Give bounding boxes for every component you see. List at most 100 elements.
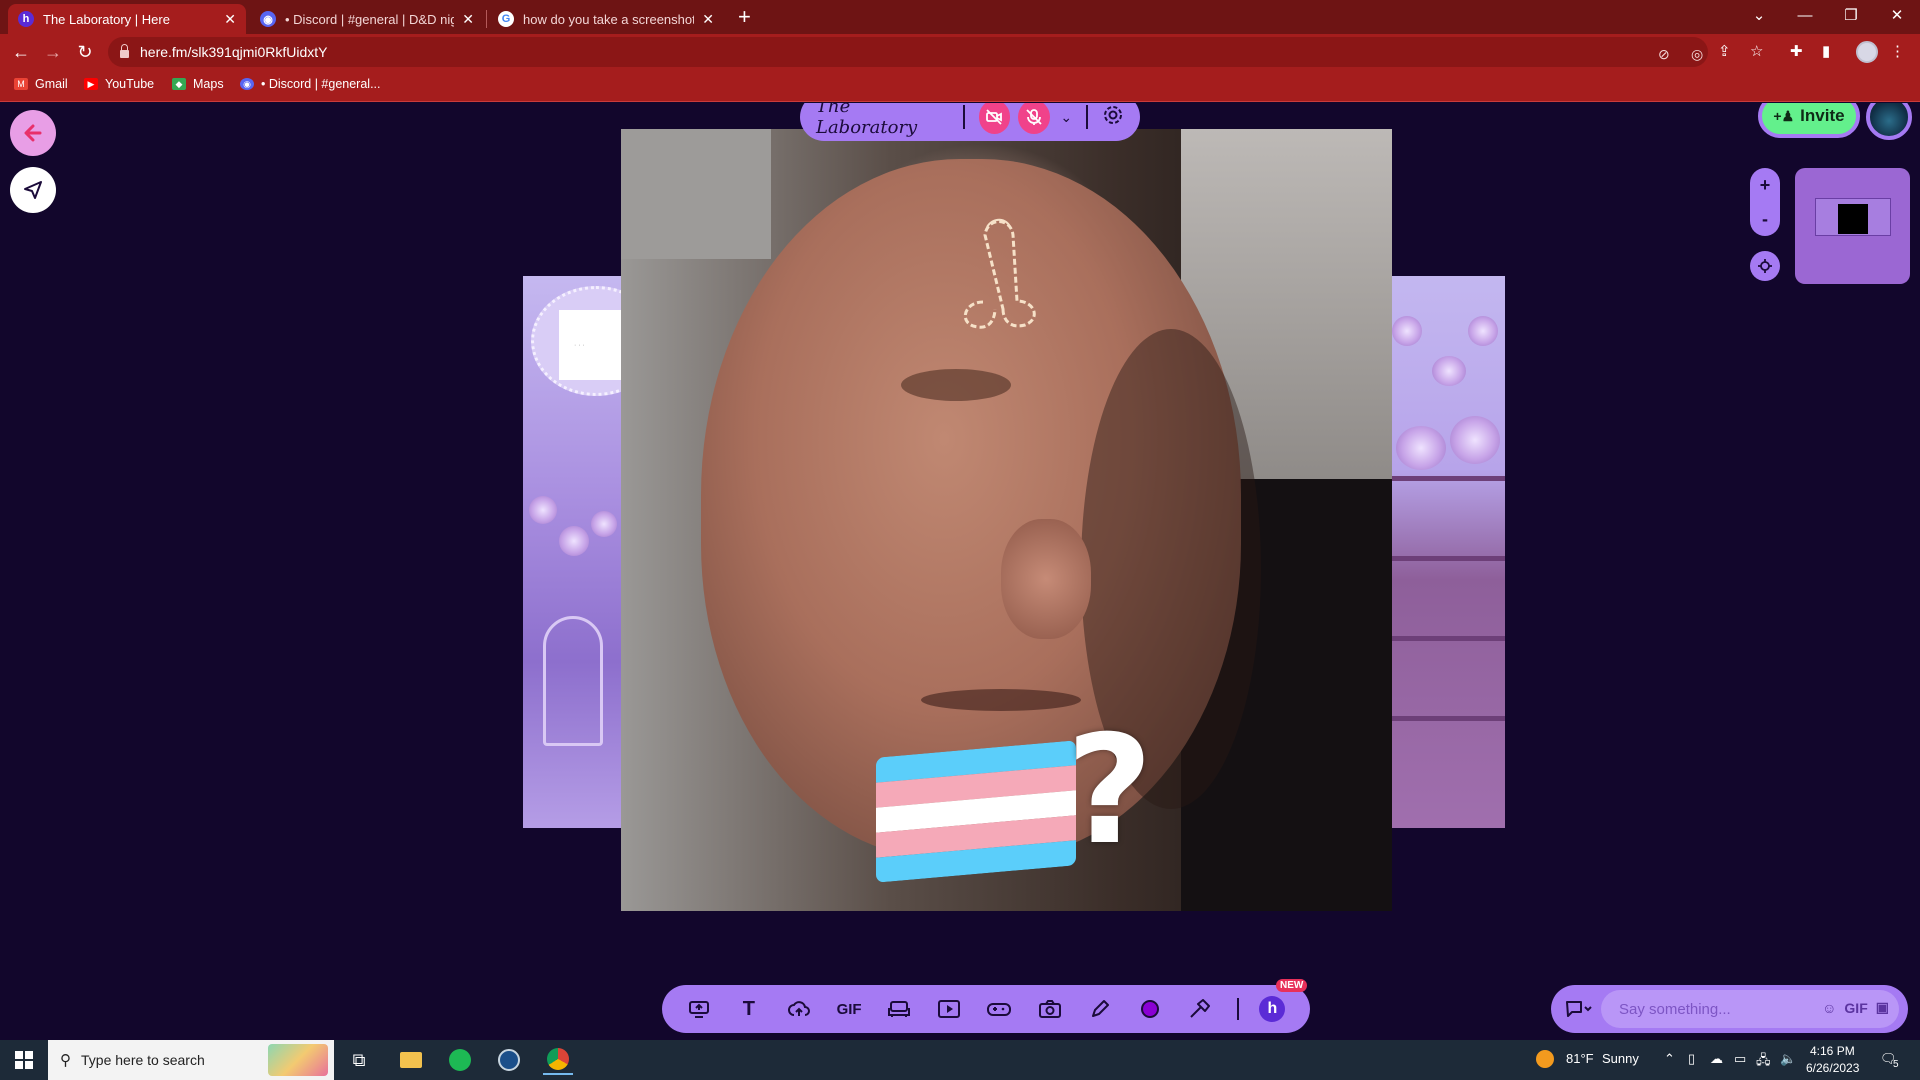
- file-explorer-icon[interactable]: [396, 1045, 426, 1075]
- side-panel-icon[interactable]: ▮: [1822, 42, 1830, 60]
- invite-button[interactable]: +♟ Invite: [1758, 103, 1860, 138]
- zoom-in-button[interactable]: +: [1760, 175, 1771, 196]
- bookmark-label: YouTube: [105, 77, 155, 91]
- bookmarks-bar: M Gmail ▶ YouTube ◆ Maps ◉ • Discord | #…: [0, 70, 1920, 102]
- drawing-doodle-sticker[interactable]: [943, 207, 1053, 337]
- taskbar-search-box[interactable]: ⚲ Type here to search: [48, 1040, 334, 1080]
- display-icon[interactable]: ▭: [1734, 1051, 1746, 1067]
- pencil-icon[interactable]: [1087, 996, 1112, 1022]
- header-divider: [1086, 105, 1088, 129]
- chat-gif-button[interactable]: GIF: [1844, 1000, 1867, 1016]
- text-icon[interactable]: T: [736, 996, 761, 1022]
- screen-share-icon[interactable]: [686, 996, 711, 1022]
- game-controller-icon[interactable]: [987, 996, 1012, 1022]
- url-text: here.fm/slk391qjmi0RkfUidxtY: [140, 44, 328, 60]
- bookmark-label: Maps: [193, 77, 224, 91]
- browser-tab-strip: h The Laboratory | Here ✕ ◉ • Discord | …: [0, 0, 1920, 34]
- windows-start-button[interactable]: [9, 1045, 39, 1075]
- camera-icon[interactable]: [1037, 996, 1062, 1022]
- search-icon: ⚲: [60, 1052, 71, 1069]
- weather-sun-icon[interactable]: [1536, 1050, 1554, 1068]
- camera-blocked-icon[interactable]: ⊘: [1658, 46, 1670, 63]
- camera-off-button[interactable]: [978, 103, 1011, 134]
- leave-room-button[interactable]: [10, 110, 56, 156]
- restore-button[interactable]: ❐: [1828, 0, 1874, 30]
- task-view-icon[interactable]: ⧉: [344, 1045, 374, 1075]
- couch-icon[interactable]: [887, 996, 912, 1022]
- tray-chevron-up-icon[interactable]: ⌃: [1664, 1051, 1675, 1067]
- minimize-button[interactable]: —: [1782, 0, 1828, 30]
- arrow-left-icon: [24, 124, 42, 142]
- bookmark-star-icon[interactable]: ☆: [1750, 42, 1763, 60]
- tab-the-laboratory[interactable]: h The Laboratory | Here ✕: [8, 4, 246, 34]
- share-icon[interactable]: ⇪: [1718, 42, 1731, 60]
- transgender-flag-sticker[interactable]: [876, 740, 1076, 883]
- zoom-controls: + -: [1750, 168, 1780, 236]
- close-tab-icon[interactable]: ✕: [702, 11, 714, 28]
- close-tab-icon[interactable]: ✕: [462, 11, 474, 28]
- send-button[interactable]: [10, 167, 56, 213]
- zoom-out-button[interactable]: -: [1762, 209, 1768, 230]
- toolbar-divider: [1237, 998, 1240, 1020]
- notification-count: 5: [1893, 1059, 1899, 1070]
- bookmark-discord[interactable]: ◉ • Discord | #general...: [240, 77, 380, 91]
- user-avatar[interactable]: [1866, 103, 1912, 140]
- header-divider: [962, 105, 965, 129]
- tray-app-icon[interactable]: ▯: [1688, 1051, 1695, 1067]
- forward-button[interactable]: →: [42, 41, 64, 63]
- menu-kebab-icon[interactable]: ⋮: [1890, 42, 1905, 60]
- tab-search-chevron-icon[interactable]: ⌄: [1736, 0, 1782, 30]
- close-window-button[interactable]: ✕: [1874, 0, 1920, 30]
- onedrive-cloud-icon[interactable]: ☁: [1710, 1051, 1723, 1067]
- chat-input[interactable]: Say something... ☺ GIF ▣: [1601, 990, 1899, 1028]
- color-picker-icon[interactable]: [1137, 996, 1162, 1022]
- nose: [1001, 519, 1091, 639]
- here-favicon-icon: h: [18, 11, 34, 27]
- gif-button[interactable]: GIF: [836, 996, 862, 1022]
- settings-gear-icon[interactable]: [1102, 104, 1124, 131]
- question-mark-sticker[interactable]: ?: [1066, 704, 1153, 878]
- reload-button[interactable]: ↻: [74, 41, 96, 63]
- mic-off-button[interactable]: [1018, 103, 1051, 134]
- weather-condition[interactable]: Sunny: [1602, 1051, 1639, 1066]
- network-icon[interactable]: 🖧: [1756, 1051, 1771, 1073]
- webcam-video-feed[interactable]: ?: [621, 129, 1392, 911]
- weather-temperature[interactable]: 81°F: [1566, 1051, 1594, 1066]
- volume-icon[interactable]: 🔈: [1780, 1051, 1796, 1067]
- close-tab-icon[interactable]: ✕: [224, 11, 236, 28]
- room-canvas[interactable]: · · · ? The Laboratory ⌄ +♟ Invite + - T…: [0, 103, 1920, 1040]
- hanging-plant-decoration: [1432, 356, 1466, 386]
- new-tab-button[interactable]: +: [738, 4, 751, 30]
- emoji-icon[interactable]: ☺: [1822, 1000, 1836, 1016]
- bookmark-gmail[interactable]: M Gmail: [14, 77, 68, 91]
- chat-mode-button[interactable]: [1565, 997, 1595, 1021]
- address-bar[interactable]: here.fm/slk391qjmi0RkfUidxtY ⊘ ◎: [108, 37, 1708, 67]
- tab-google-search[interactable]: G how do you take a screenshot on ✕: [488, 4, 724, 34]
- bookmark-maps[interactable]: ◆ Maps: [172, 77, 224, 91]
- clock-time[interactable]: 4:16 PM: [1810, 1044, 1855, 1058]
- image-upload-icon[interactable]: ▣: [1876, 999, 1889, 1016]
- chrome-icon[interactable]: [543, 1045, 573, 1075]
- bookmark-youtube[interactable]: ▶ YouTube: [84, 77, 154, 91]
- chat-bar: Say something... ☺ GIF ▣: [1551, 985, 1908, 1033]
- clock-date[interactable]: 6/26/2023: [1806, 1061, 1859, 1075]
- extensions-puzzle-icon[interactable]: ✚: [1790, 42, 1803, 60]
- hammer-tools-icon[interactable]: [1187, 996, 1212, 1022]
- chat-placeholder: Say something...: [1619, 1000, 1731, 1018]
- back-button[interactable]: ←: [10, 41, 32, 63]
- recenter-button[interactable]: [1750, 251, 1780, 281]
- device-chevron-down-icon[interactable]: ⌄: [1060, 109, 1072, 126]
- steam-icon[interactable]: [494, 1045, 524, 1075]
- upload-icon[interactable]: [786, 996, 811, 1022]
- profile-avatar[interactable]: [1856, 41, 1878, 63]
- tab-discord[interactable]: ◉ • Discord | #general | D&D night! ✕: [250, 4, 484, 34]
- chair-decoration: [543, 616, 603, 746]
- spotify-icon[interactable]: [445, 1045, 475, 1075]
- whiteboard-thumbnail[interactable]: · · ·: [559, 310, 621, 380]
- room-minimap[interactable]: [1795, 168, 1910, 284]
- here-menu-button[interactable]: h: [1259, 996, 1286, 1022]
- windows-taskbar: ⚲ Type here to search ⧉ 81°F Sunny ⌃ ▯ ☁…: [0, 1040, 1920, 1080]
- bottom-toolbar: T GIF h NEW: [662, 979, 1310, 1033]
- video-play-icon[interactable]: [937, 996, 962, 1022]
- google-lens-icon[interactable]: ◎: [1691, 46, 1703, 63]
